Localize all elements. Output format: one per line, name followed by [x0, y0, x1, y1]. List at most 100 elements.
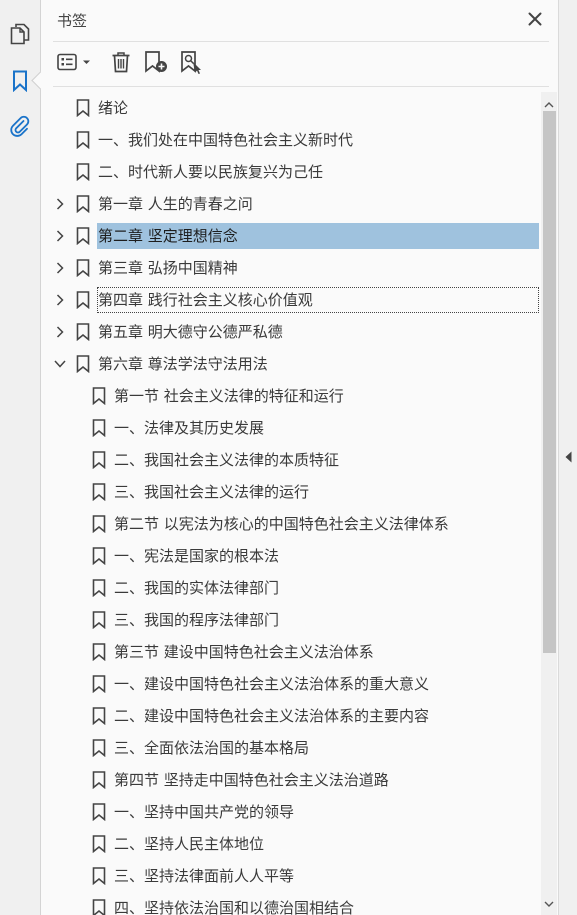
bookmark-label: 第二章 坚定理想信念: [97, 223, 539, 249]
bookmark-row[interactable]: 一、法律及其历史发展: [41, 412, 541, 444]
bookmark-icon: [92, 643, 106, 662]
bookmark-row[interactable]: 第二章 坚定理想信念: [41, 220, 541, 252]
bookmark-row[interactable]: 二、建设中国特色社会主义法治体系的主要内容: [41, 700, 541, 732]
bookmark-icon: [76, 99, 90, 118]
bookmark-icon: [92, 419, 106, 438]
bookmark-row[interactable]: 三、坚持法律面前人人平等: [41, 860, 541, 892]
panel-splitter[interactable]: [559, 0, 577, 915]
bookmark-label: 绪论: [98, 99, 129, 117]
collapse-panel-button[interactable]: [563, 449, 573, 465]
bookmark-row[interactable]: 二、坚持人民主体地位: [41, 828, 541, 860]
chevron-right-icon[interactable]: [52, 228, 68, 244]
bookmark-label: 第四章 践行社会主义核心价值观: [97, 287, 539, 313]
scroll-down-button[interactable]: [541, 893, 557, 909]
bookmark-icon: [76, 259, 90, 278]
scroll-up-button[interactable]: [541, 94, 557, 110]
bookmark-row[interactable]: 一、坚持中国共产党的领导: [41, 796, 541, 828]
bookmark-row[interactable]: 一、我们处在中国特色社会主义新时代: [41, 124, 541, 156]
bookmark-icon: [92, 611, 106, 630]
bookmarks-panel: 书签 绪论 一、我们处在中国特色社会主义新时代 二、时代新人要以民族复兴为己任 …: [41, 0, 559, 915]
bookmarks-button[interactable]: [0, 63, 40, 99]
bookmark-icon: [92, 675, 106, 694]
bookmark-label: 二、建设中国特色社会主义法治体系的主要内容: [114, 707, 430, 725]
options-menu-button[interactable]: [55, 48, 95, 80]
bookmark-row[interactable]: 一、建设中国特色社会主义法治体系的重大意义: [41, 668, 541, 700]
bookmark-label: 四、坚持依法治国和以德治国相结合: [114, 899, 355, 915]
scrollbar-thumb[interactable]: [543, 111, 556, 653]
options-menu-icon: [56, 52, 94, 76]
chevron-right-icon[interactable]: [52, 196, 68, 212]
delete-bookmark-button[interactable]: [107, 48, 135, 80]
bookmark-label: 二、我国的实体法律部门: [114, 579, 280, 597]
bookmark-label: 三、坚持法律面前人人平等: [114, 867, 295, 885]
scroll-up-icon: [544, 93, 554, 112]
bookmark-label: 第四节 坚持走中国特色社会主义法治道路: [114, 771, 389, 789]
bookmark-icon: [76, 131, 90, 150]
bookmark-row[interactable]: 三、全面依法治国的基本格局: [41, 732, 541, 764]
pages-icon: [10, 23, 30, 45]
bookmark-row[interactable]: 第三节 建设中国特色社会主义法治体系: [41, 636, 541, 668]
bookmark-label: 第三节 建设中国特色社会主义法治体系: [114, 643, 374, 661]
bookmark-row[interactable]: 二、我国的实体法律部门: [41, 572, 541, 604]
bookmark-row[interactable]: 第一章 人生的青春之问: [41, 188, 541, 220]
bookmark-row[interactable]: 第六章 尊法学法守法用法: [41, 348, 541, 380]
bookmark-label: 第六章 尊法学法守法用法: [98, 355, 268, 373]
bookmark-icon: [92, 835, 106, 854]
bookmark-row[interactable]: 三、我国的程序法律部门: [41, 604, 541, 636]
bookmark-row[interactable]: 三、我国社会主义法律的运行: [41, 476, 541, 508]
bookmark-label: 第五章 明大德守公德严私德: [98, 323, 283, 341]
bookmark-icon: [76, 323, 90, 342]
chevron-right-icon[interactable]: [52, 292, 68, 308]
bookmark-icon: [12, 70, 28, 92]
bookmark-label: 二、时代新人要以民族复兴为己任: [98, 163, 324, 181]
bookmark-icon: [92, 803, 106, 822]
bookmark-row[interactable]: 二、我国社会主义法律的本质特征: [41, 444, 541, 476]
bookmark-icon: [92, 899, 106, 915]
bookmark-label: 三、我国的程序法律部门: [114, 611, 280, 629]
divider: [53, 86, 549, 87]
bookmark-icon: [92, 579, 106, 598]
collapse-panel-icon: [565, 448, 572, 467]
bookmark-icon: [76, 163, 90, 182]
bookmark-label: 三、我国社会主义法律的运行: [114, 483, 310, 501]
vertical-scrollbar[interactable]: [541, 92, 557, 915]
chevron-down-icon[interactable]: [52, 356, 68, 372]
new-bookmark-button[interactable]: [141, 48, 171, 80]
bookmark-row[interactable]: 第三章 弘扬中国精神: [41, 252, 541, 284]
bookmark-row[interactable]: 第五章 明大德守公德严私德: [41, 316, 541, 348]
bookmark-label: 三、全面依法治国的基本格局: [114, 739, 310, 757]
bookmark-label: 第一章 人生的青春之问: [98, 195, 253, 213]
bookmark-row[interactable]: 四、坚持依法治国和以德治国相结合: [41, 892, 541, 915]
bookmark-icon: [76, 355, 90, 374]
bookmark-row[interactable]: 第一节 社会主义法律的特征和运行: [41, 380, 541, 412]
close-panel-button[interactable]: [524, 9, 546, 31]
bookmark-label: 一、坚持中国共产党的领导: [114, 803, 295, 821]
bookmark-row[interactable]: 绪论: [41, 92, 541, 124]
pages-button[interactable]: [0, 16, 40, 52]
bookmark-row[interactable]: 二、时代新人要以民族复兴为己任: [41, 156, 541, 188]
bookmark-icon: [92, 483, 106, 502]
bookmark-label: 一、我们处在中国特色社会主义新时代: [98, 131, 354, 149]
bookmark-from-structure-button[interactable]: [177, 48, 207, 80]
bookmark-row[interactable]: 一、宪法是国家的根本法: [41, 540, 541, 572]
bookmark-icon: [76, 195, 90, 214]
bookmark-label: 二、坚持人民主体地位: [114, 835, 265, 853]
chevron-right-icon[interactable]: [52, 260, 68, 276]
bookmark-row[interactable]: 第四节 坚持走中国特色社会主义法治道路: [41, 764, 541, 796]
new-bookmark-icon: [143, 50, 169, 78]
bookmark-label: 一、宪法是国家的根本法: [114, 547, 280, 565]
panel-title: 书签: [57, 12, 88, 30]
divider: [53, 41, 549, 42]
bookmark-tree: 绪论一、我们处在中国特色社会主义新时代 二、时代新人要以民族复兴为己任 第一章 人生…: [41, 92, 541, 915]
navigation-rail: [0, 0, 41, 915]
bookmark-row[interactable]: 第四章 践行社会主义核心价值观: [41, 284, 541, 316]
bookmark-from-structure-icon: [179, 50, 205, 78]
scroll-down-icon: [544, 892, 554, 911]
chevron-right-icon[interactable]: [52, 324, 68, 340]
bookmark-label: 一、建设中国特色社会主义法治体系的重大意义: [114, 675, 430, 693]
bookmark-icon: [92, 707, 106, 726]
bookmark-icon: [92, 771, 106, 790]
bookmark-icon: [92, 451, 106, 470]
bookmark-row[interactable]: 第二节 以宪法为核心的中国特色社会主义法律体系: [41, 508, 541, 540]
attachments-button[interactable]: [0, 108, 40, 144]
